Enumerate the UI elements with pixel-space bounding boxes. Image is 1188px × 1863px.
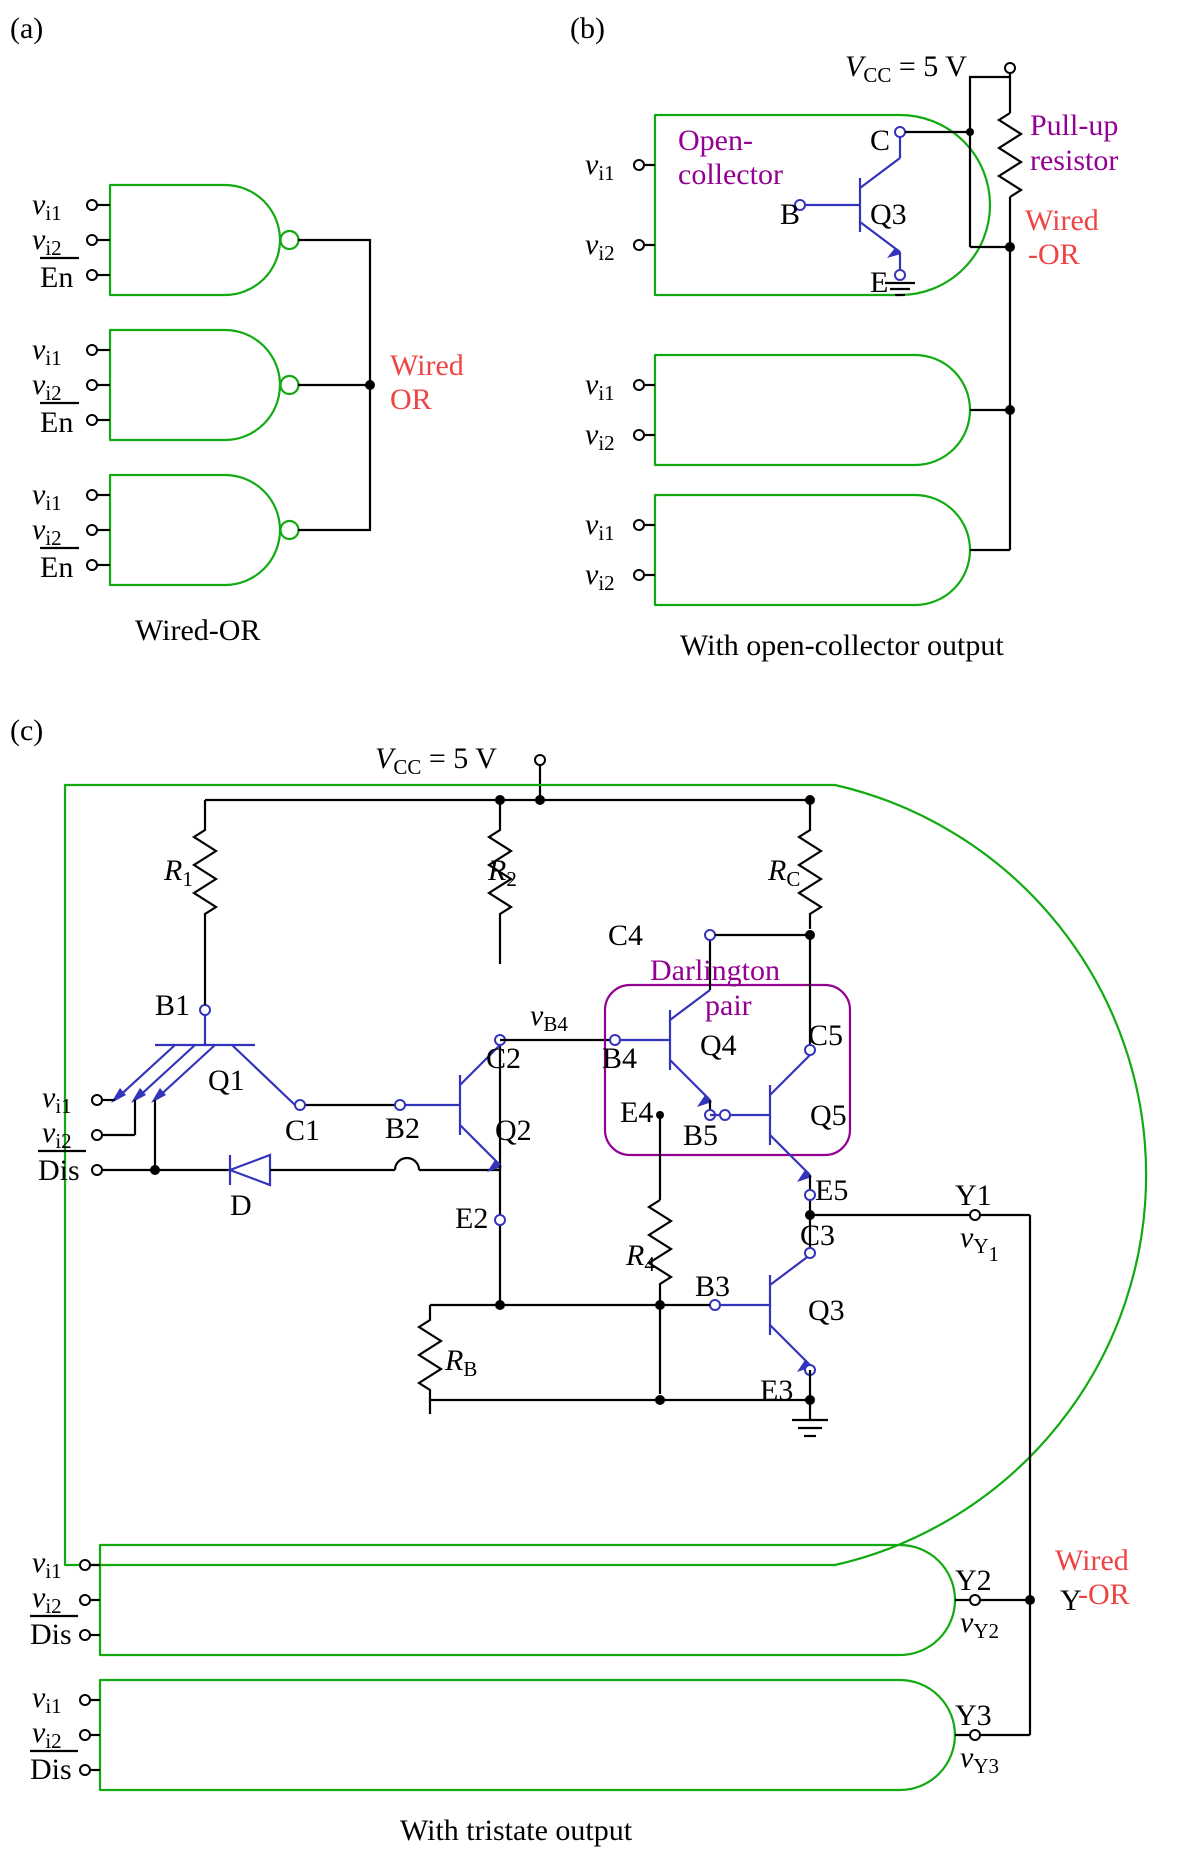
svg-text:Y1: Y1 <box>955 1179 992 1212</box>
svg-text:vi2: vi2 <box>32 1581 62 1618</box>
bjt-q3: B C Q3 E <box>780 124 915 299</box>
svg-text:RC: RC <box>767 854 800 891</box>
svg-text:C2: C2 <box>486 1042 521 1075</box>
svg-text:vi2: vi2 <box>32 513 62 550</box>
svg-text:Q3: Q3 <box>870 198 907 231</box>
svg-text:vY3: vY3 <box>960 1741 999 1778</box>
svg-text:vi1: vi1 <box>32 478 62 515</box>
svg-text:Pull-up: Pull-up <box>1030 109 1118 142</box>
svg-text:E4: E4 <box>620 1096 653 1129</box>
svg-text:vi1: vi1 <box>585 368 615 405</box>
svg-text:Q5: Q5 <box>810 1099 847 1132</box>
bjt-q1: B1 Q1 <box>111 989 295 1105</box>
svg-text:Dis: Dis <box>30 1753 72 1786</box>
svg-text:B: B <box>780 198 800 231</box>
svg-text:vi1: vi1 <box>32 333 62 370</box>
svg-text:vY1: vY1 <box>960 1221 999 1266</box>
svg-text:vi2: vi2 <box>32 1716 62 1753</box>
svg-text:C3: C3 <box>800 1219 835 1252</box>
svg-text:C1: C1 <box>285 1114 320 1147</box>
svg-text:Y3: Y3 <box>955 1699 992 1732</box>
svg-text:En: En <box>40 406 73 439</box>
svg-text:Wired: Wired <box>1055 1544 1129 1577</box>
svg-text:R2: R2 <box>487 854 517 891</box>
svg-text:vi1: vi1 <box>585 148 615 185</box>
svg-text:Y2: Y2 <box>955 1564 992 1597</box>
svg-text:En: En <box>40 551 73 584</box>
svg-text:B4: B4 <box>602 1042 637 1075</box>
svg-text:resistor: resistor <box>1030 144 1118 177</box>
svg-text:vi2: vi2 <box>32 368 62 405</box>
svg-text:R4: R4 <box>625 1239 655 1276</box>
svg-text:vi2: vi2 <box>585 228 615 265</box>
svg-text:WiredOR: WiredOR <box>390 349 464 416</box>
svg-text:vi2: vi2 <box>585 418 615 455</box>
svg-text:B1: B1 <box>155 989 190 1022</box>
svg-text:Dis: Dis <box>30 1618 72 1651</box>
svg-text:B3: B3 <box>695 1270 730 1303</box>
svg-text:vB4: vB4 <box>530 999 568 1036</box>
circuit-diagram: (a) vi1 vi2 En vi1 vi2 En <box>0 0 1188 1863</box>
svg-text:B2: B2 <box>385 1112 420 1145</box>
nand-gate-3 <box>110 475 299 585</box>
svg-text:R1: R1 <box>163 854 193 891</box>
svg-text:vi1: vi1 <box>585 508 615 545</box>
nand-gate-1 <box>110 185 299 295</box>
caption-c: With tristate output <box>400 1814 633 1847</box>
svg-text:-OR: -OR <box>1028 238 1080 271</box>
svg-text:E5: E5 <box>815 1174 848 1207</box>
svg-text:Dis: Dis <box>38 1154 80 1187</box>
caption-b: With open-collector output <box>680 629 1004 662</box>
svg-text:collector: collector <box>678 158 783 191</box>
svg-text:-OR: -OR <box>1078 1578 1130 1611</box>
panel-label-c: (c) <box>10 714 43 747</box>
bjt-q2: B2 C2 Q2 <box>385 1035 532 1172</box>
svg-text:C5: C5 <box>808 1019 843 1052</box>
svg-text:E3: E3 <box>760 1374 793 1407</box>
panel-b: VCC = 5 V Pull-up resistor vi1 vi2 Open-… <box>585 50 1118 662</box>
svg-text:C4: C4 <box>608 919 643 952</box>
svg-text:pair: pair <box>705 989 752 1022</box>
svg-text:VCC = 5 V: VCC = 5 V <box>845 50 967 87</box>
svg-text:E2: E2 <box>455 1202 488 1235</box>
svg-text:vi2: vi2 <box>32 223 62 260</box>
panel-label-a: (a) <box>10 12 43 45</box>
svg-text:B5: B5 <box>683 1119 718 1152</box>
panel-c: VCC = 5 V R1 R2 RC B1 Q1 vi1 vi2 Dis D C… <box>30 742 1146 1847</box>
svg-text:Darlington: Darlington <box>650 954 780 987</box>
svg-text:En: En <box>40 261 73 294</box>
svg-text:vi1: vi1 <box>42 1081 72 1118</box>
svg-text:RB: RB <box>444 1344 477 1381</box>
svg-text:D: D <box>230 1189 252 1222</box>
nand-gate-2 <box>110 330 299 440</box>
svg-text:C: C <box>870 124 890 157</box>
svg-text:Q2: Q2 <box>495 1114 532 1147</box>
panel-label-b: (b) <box>570 12 605 45</box>
panel-a: vi1 vi2 En vi1 vi2 En vi1 vi2 En WiredOR… <box>32 185 464 647</box>
tristate-gate-outline <box>65 785 1146 1565</box>
bjt-q3c: B3 C3 Q3 E3 <box>695 1219 845 1407</box>
svg-text:vY2: vY2 <box>960 1606 999 1643</box>
svg-text:Open-: Open- <box>678 124 753 157</box>
svg-text:vi1: vi1 <box>32 1681 62 1718</box>
svg-text:Q4: Q4 <box>700 1029 737 1062</box>
svg-text:VCC = 5 V: VCC = 5 V <box>375 742 497 779</box>
svg-text:Q1: Q1 <box>208 1064 245 1097</box>
gate-inputs: vi1 vi2 En vi1 vi2 En vi1 vi2 En <box>32 188 110 584</box>
svg-text:vi1: vi1 <box>32 1546 62 1583</box>
svg-text:vi2: vi2 <box>585 558 615 595</box>
svg-text:Q3: Q3 <box>808 1294 845 1327</box>
caption-a: Wired-OR <box>135 614 260 647</box>
svg-text:vi1: vi1 <box>32 188 62 225</box>
bjt-q5: Q5 <box>770 1055 847 1182</box>
svg-text:vi2: vi2 <box>42 1116 72 1153</box>
svg-text:Wired: Wired <box>1025 204 1099 237</box>
